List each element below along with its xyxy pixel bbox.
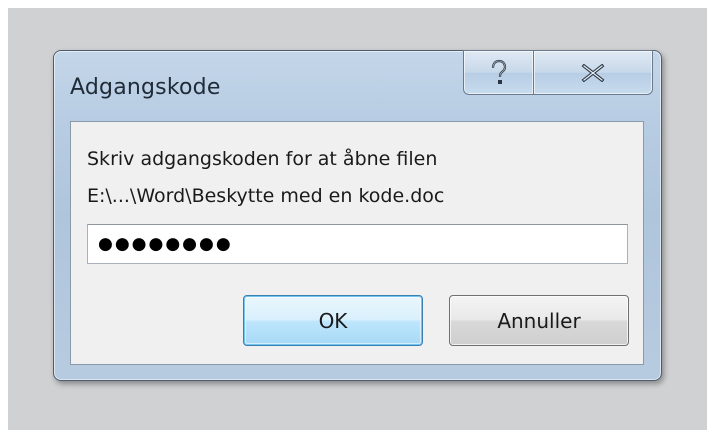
dialog-title: Adgangskode	[70, 75, 221, 100]
close-button[interactable]	[533, 50, 653, 95]
password-dialog: Adgangskode Skriv adgangskoden for at åb…	[53, 50, 662, 381]
close-icon	[581, 63, 605, 82]
password-input[interactable]	[87, 224, 628, 264]
help-button[interactable]	[463, 50, 533, 95]
ok-button[interactable]: OK	[243, 295, 423, 346]
dialog-content: Skriv adgangskoden for at åbne filen E:\…	[70, 121, 644, 365]
file-path-label: E:\...\Word\Beskytte med en kode.doc	[87, 185, 445, 207]
cancel-button[interactable]: Annuller	[449, 295, 629, 346]
caption-buttons	[463, 50, 653, 95]
help-icon	[491, 59, 506, 84]
prompt-label: Skriv adgangskoden for at åbne filen	[87, 148, 438, 170]
